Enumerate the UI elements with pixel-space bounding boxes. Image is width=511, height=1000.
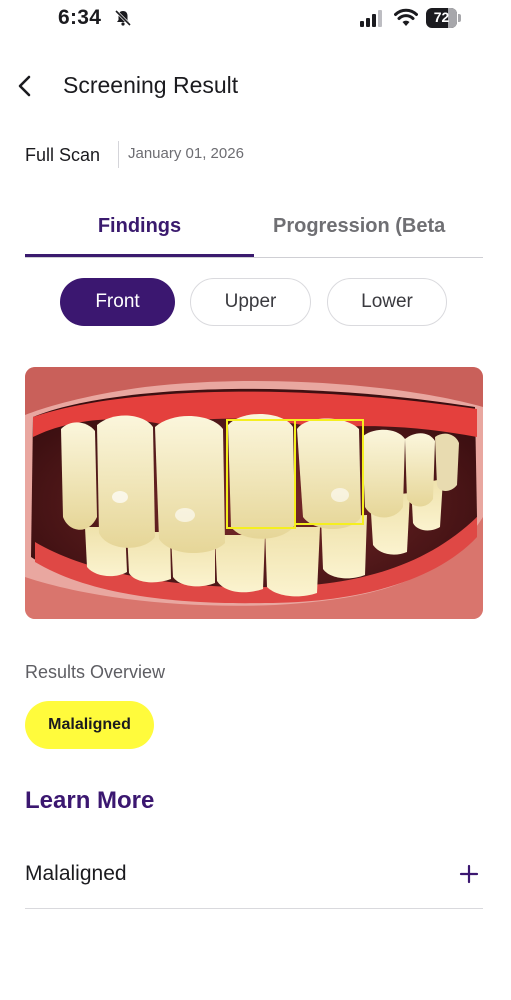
view-chip-label: Upper xyxy=(224,291,277,312)
view-chip-front[interactable]: Front xyxy=(60,278,175,326)
teeth-scan-image xyxy=(25,367,483,619)
tab-active-indicator xyxy=(25,254,254,257)
tab-findings[interactable]: Findings xyxy=(25,215,254,238)
back-button[interactable] xyxy=(10,70,42,102)
learn-more-item-label: Malaligned xyxy=(25,862,127,885)
result-tabs: Findings Progression (Beta xyxy=(25,205,483,258)
learn-more-heading: Learn More xyxy=(25,787,155,814)
result-badge-label: Malaligned xyxy=(48,716,131,733)
scan-type: Full Scan xyxy=(25,145,101,165)
learn-more-item-malaligned[interactable]: Malaligned xyxy=(25,850,483,909)
scan-info-divider xyxy=(118,141,119,168)
view-chip-lower[interactable]: Lower xyxy=(327,278,447,326)
status-bar: 6:34 72 xyxy=(0,0,511,40)
page-title: Screening Result xyxy=(63,72,239,98)
tab-overflow-fade xyxy=(443,205,483,255)
status-time: 6:34 xyxy=(58,6,102,29)
battery-icon: 72 xyxy=(426,8,462,28)
screening-result-screen: 6:34 72 Screening Result Full Scan Janua… xyxy=(0,0,511,1000)
result-badge-malaligned: Malaligned xyxy=(25,701,154,749)
battery-level: 72 xyxy=(433,9,450,25)
mute-bell-icon xyxy=(114,9,132,27)
scan-date: January 01, 2026 xyxy=(128,145,244,162)
cellular-signal-icon xyxy=(360,10,382,27)
view-chip-label: Lower xyxy=(361,291,413,312)
tab-progression[interactable]: Progression (Beta xyxy=(273,215,445,238)
chevron-left-icon xyxy=(18,75,31,97)
view-chip-label: Front xyxy=(95,291,140,312)
view-chip-upper[interactable]: Upper xyxy=(190,278,311,326)
results-overview-heading: Results Overview xyxy=(25,662,166,682)
wifi-icon xyxy=(394,8,418,26)
plus-icon[interactable] xyxy=(459,864,479,884)
